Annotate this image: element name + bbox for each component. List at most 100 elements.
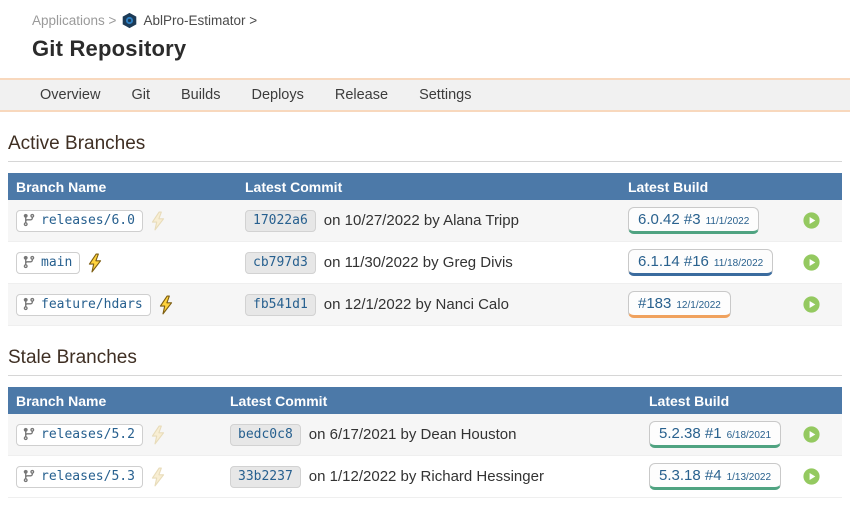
tab-settings[interactable]: Settings <box>419 87 471 103</box>
page: Applications > AblPro-Estimator > Git Re… <box>0 0 850 532</box>
column-header-latest-build: Latest Build <box>620 179 842 195</box>
build-cell: 6.1.14 #16 11/18/2022 <box>620 249 842 276</box>
build-label: 5.3.18 #4 <box>659 467 722 484</box>
run-build-button[interactable] <box>803 212 820 229</box>
main-content: Active Branches Branch Name Latest Commi… <box>0 133 850 498</box>
branch-name: releases/5.2 <box>41 427 135 442</box>
branch-name: releases/5.3 <box>41 469 135 484</box>
table-row: releases/6.0 17022a6 on 10/27/2022 by Al… <box>8 200 842 242</box>
table-row: feature/hdars fb541d1 on 12/1/2022 by Na… <box>8 284 842 326</box>
build-date: 1/13/2022 <box>727 472 772 483</box>
run-build-button[interactable] <box>803 296 820 313</box>
branch-badge[interactable]: releases/5.3 <box>16 466 143 488</box>
run-build-button[interactable] <box>803 426 820 443</box>
tab-overview[interactable]: Overview <box>40 87 100 103</box>
build-label: 6.0.42 #3 <box>638 211 701 228</box>
commit-text: on 1/12/2022 by Richard Hessinger <box>309 468 544 485</box>
table-row: releases/5.3 33b2237 on 1/12/2022 by Ric… <box>8 456 842 498</box>
branch-cell: feature/hdars <box>8 294 237 316</box>
commit-text: on 11/30/2022 by Greg Divis <box>324 254 513 271</box>
app-hexagon-icon <box>121 12 138 29</box>
commit-cell: 17022a6 on 10/27/2022 by Alana Tripp <box>237 210 620 232</box>
build-badge[interactable]: 6.0.42 #3 11/1/2022 <box>628 207 759 234</box>
tab-bar: Overview Git Builds Deploys Release Sett… <box>0 78 850 112</box>
section-title-stale-branches: Stale Branches <box>8 347 842 375</box>
section-title-active-branches: Active Branches <box>8 133 842 161</box>
build-date: 6/18/2021 <box>727 430 772 441</box>
commit-hash-badge[interactable]: 33b2237 <box>230 466 301 488</box>
column-header-latest-commit: Latest Commit <box>222 393 641 409</box>
breadcrumb-project[interactable]: AblPro-Estimator > <box>143 13 257 28</box>
commit-text: on 6/17/2021 by Dean Houston <box>309 426 517 443</box>
git-branch-icon <box>22 469 36 483</box>
branch-cell: releases/6.0 <box>8 210 237 232</box>
branch-name: feature/hdars <box>41 297 143 312</box>
tab-release[interactable]: Release <box>335 87 388 103</box>
lightning-icon[interactable] <box>149 211 167 231</box>
build-date: 12/1/2022 <box>676 300 721 311</box>
branch-name: releases/6.0 <box>41 213 135 228</box>
commit-cell: 33b2237 on 1/12/2022 by Richard Hessinge… <box>222 466 641 488</box>
build-badge[interactable]: 6.1.14 #16 11/18/2022 <box>628 249 773 276</box>
lightning-icon[interactable] <box>157 295 175 315</box>
branch-badge[interactable]: feature/hdars <box>16 294 151 316</box>
commit-hash-badge[interactable]: cb797d3 <box>245 252 316 274</box>
page-title: Git Repository <box>32 36 850 62</box>
tab-deploys[interactable]: Deploys <box>251 87 303 103</box>
run-build-button[interactable] <box>803 254 820 271</box>
lightning-icon[interactable] <box>86 253 104 273</box>
breadcrumb-applications[interactable]: Applications > <box>32 13 116 28</box>
section-divider <box>8 161 842 162</box>
build-cell: 6.0.42 #3 11/1/2022 <box>620 207 842 234</box>
table-header-row: Branch Name Latest Commit Latest Build <box>8 173 842 200</box>
commit-hash-badge[interactable]: bedc0c8 <box>230 424 301 446</box>
tab-git[interactable]: Git <box>131 87 150 103</box>
branch-cell: releases/5.3 <box>8 466 222 488</box>
branch-badge[interactable]: main <box>16 252 80 274</box>
commit-cell: fb541d1 on 12/1/2022 by Nanci Calo <box>237 294 620 316</box>
build-label: 6.1.14 #16 <box>638 253 709 270</box>
branch-cell: releases/5.2 <box>8 424 222 446</box>
play-icon <box>803 212 820 229</box>
commit-cell: cb797d3 on 11/30/2022 by Greg Divis <box>237 252 620 274</box>
column-header-branch-name: Branch Name <box>8 393 222 409</box>
breadcrumb: Applications > AblPro-Estimator > <box>0 0 850 29</box>
table-row: main cb797d3 on 11/30/2022 by Greg Divis… <box>8 242 842 284</box>
play-icon <box>803 296 820 313</box>
commit-hash-badge[interactable]: 17022a6 <box>245 210 316 232</box>
build-cell: 5.2.38 #1 6/18/2021 <box>641 421 842 448</box>
branch-badge[interactable]: releases/5.2 <box>16 424 143 446</box>
branch-name: main <box>41 255 72 270</box>
commit-hash-badge[interactable]: fb541d1 <box>245 294 316 316</box>
build-badge[interactable]: #183 12/1/2022 <box>628 291 731 318</box>
column-header-branch-name: Branch Name <box>8 179 237 195</box>
commit-text: on 12/1/2022 by Nanci Calo <box>324 296 509 313</box>
build-cell: #183 12/1/2022 <box>620 291 842 318</box>
stale-branches-table: Branch Name Latest Commit Latest Build r… <box>8 387 842 498</box>
play-icon <box>803 468 820 485</box>
play-icon <box>803 254 820 271</box>
run-build-button[interactable] <box>803 468 820 485</box>
lightning-icon[interactable] <box>149 425 167 445</box>
commit-cell: bedc0c8 on 6/17/2021 by Dean Houston <box>222 424 641 446</box>
column-header-latest-build: Latest Build <box>641 393 842 409</box>
active-branches-table: Branch Name Latest Commit Latest Build r… <box>8 173 842 326</box>
build-cell: 5.3.18 #4 1/13/2022 <box>641 463 842 490</box>
play-icon <box>803 426 820 443</box>
branch-badge[interactable]: releases/6.0 <box>16 210 143 232</box>
git-branch-icon <box>22 427 36 441</box>
git-branch-icon <box>22 297 36 311</box>
table-row: releases/5.2 bedc0c8 on 6/17/2021 by Dea… <box>8 414 842 456</box>
build-date: 11/1/2022 <box>706 216 750 227</box>
branch-cell: main <box>8 252 237 274</box>
build-badge[interactable]: 5.2.38 #1 6/18/2021 <box>649 421 781 448</box>
lightning-icon[interactable] <box>149 467 167 487</box>
build-badge[interactable]: 5.3.18 #4 1/13/2022 <box>649 463 781 490</box>
git-branch-icon <box>22 255 36 269</box>
commit-text: on 10/27/2022 by Alana Tripp <box>324 212 519 229</box>
build-date: 11/18/2022 <box>714 258 763 269</box>
build-label: 5.2.38 #1 <box>659 425 722 442</box>
column-header-latest-commit: Latest Commit <box>237 179 620 195</box>
tab-builds[interactable]: Builds <box>181 87 221 103</box>
section-divider <box>8 375 842 376</box>
